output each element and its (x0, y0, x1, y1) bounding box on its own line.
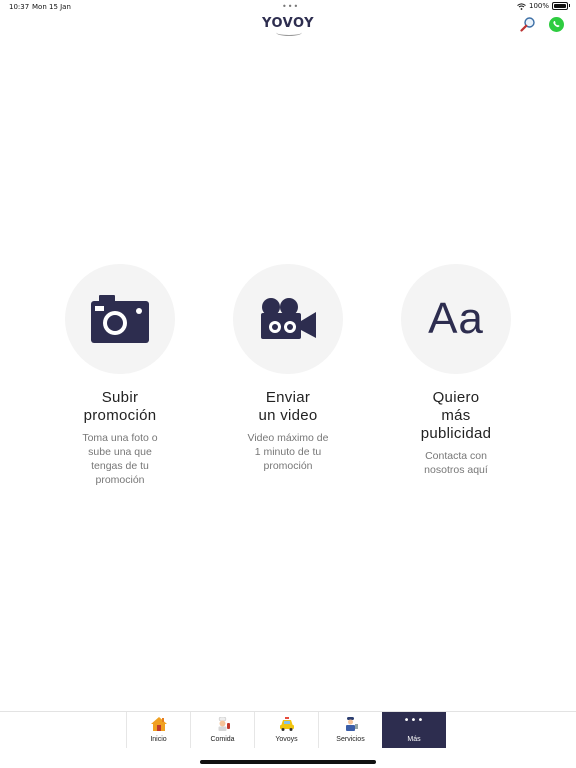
send-video-description: Video máximo de 1 minuto de tu promoción (247, 432, 329, 472)
more-advertising-circle[interactable]: Aa (401, 264, 511, 374)
whatsapp-button[interactable] (549, 17, 564, 32)
upload-promotion-description: Toma una foto o sube una que tengas de t… (82, 432, 158, 486)
more-advertising-description: Contacta con nosotros aquí (424, 450, 488, 476)
tab-yovoys-label: Yovoys (275, 736, 298, 743)
more-icon: ••• (403, 715, 425, 726)
upload-promotion-option[interactable]: Subir promoción Toma una foto o sube una… (40, 264, 200, 487)
search-icon (520, 17, 535, 32)
home-indicator[interactable] (200, 760, 376, 764)
send-video-option[interactable]: Enviar un video Video máximo de 1 minuto… (208, 264, 368, 473)
more-advertising-title: Quiero más publicidad (420, 389, 492, 442)
tab-servicios[interactable]: Servicios (318, 712, 382, 748)
tab-inicio[interactable]: Inicio (126, 712, 190, 748)
upload-promotion-circle[interactable] (65, 264, 175, 374)
upload-promotion-title: Subir promoción (83, 389, 157, 424)
logo-swoosh (276, 29, 302, 36)
video-camera-icon (261, 298, 316, 339)
battery-icon (552, 2, 570, 10)
more-advertising-option[interactable]: Aa Quiero más publicidad Contacta con no… (376, 264, 536, 477)
battery-percent: 100% (528, 2, 549, 10)
wifi-icon (517, 2, 526, 10)
tab-mas-label: Más (407, 736, 421, 743)
text-icon: Aa (428, 294, 484, 343)
taxi-icon (279, 717, 294, 731)
status-indicators: 100% (517, 2, 570, 10)
multitasking-dots-icon[interactable]: ••• (282, 2, 299, 11)
whatsapp-icon (553, 20, 560, 28)
search-button[interactable] (520, 16, 536, 32)
tab-yovoys[interactable]: Yovoys (254, 712, 318, 748)
tab-comida[interactable]: Comida (190, 712, 254, 748)
status-date: Mon 15 Jan (32, 3, 71, 11)
worker-icon (345, 717, 358, 731)
send-video-title: Enviar un video (258, 389, 318, 424)
app-header: YOVOY (0, 14, 576, 38)
tab-servicios-label: Servicios (336, 736, 365, 743)
tab-mas[interactable]: ••• Más (382, 712, 446, 748)
tab-comida-label: Comida (210, 736, 235, 743)
home-icon (150, 717, 167, 731)
bottom-tab-bar: Inicio Comida Yovoys Servicios ••• Más (126, 712, 450, 748)
camera-icon (91, 295, 149, 343)
status-bar: 10:37 Mon 15 Jan ••• 100% (0, 0, 576, 14)
send-video-circle[interactable] (233, 264, 343, 374)
tab-inicio-label: Inicio (150, 736, 167, 743)
chef-icon (218, 717, 230, 731)
status-time: 10:37 (9, 3, 30, 11)
